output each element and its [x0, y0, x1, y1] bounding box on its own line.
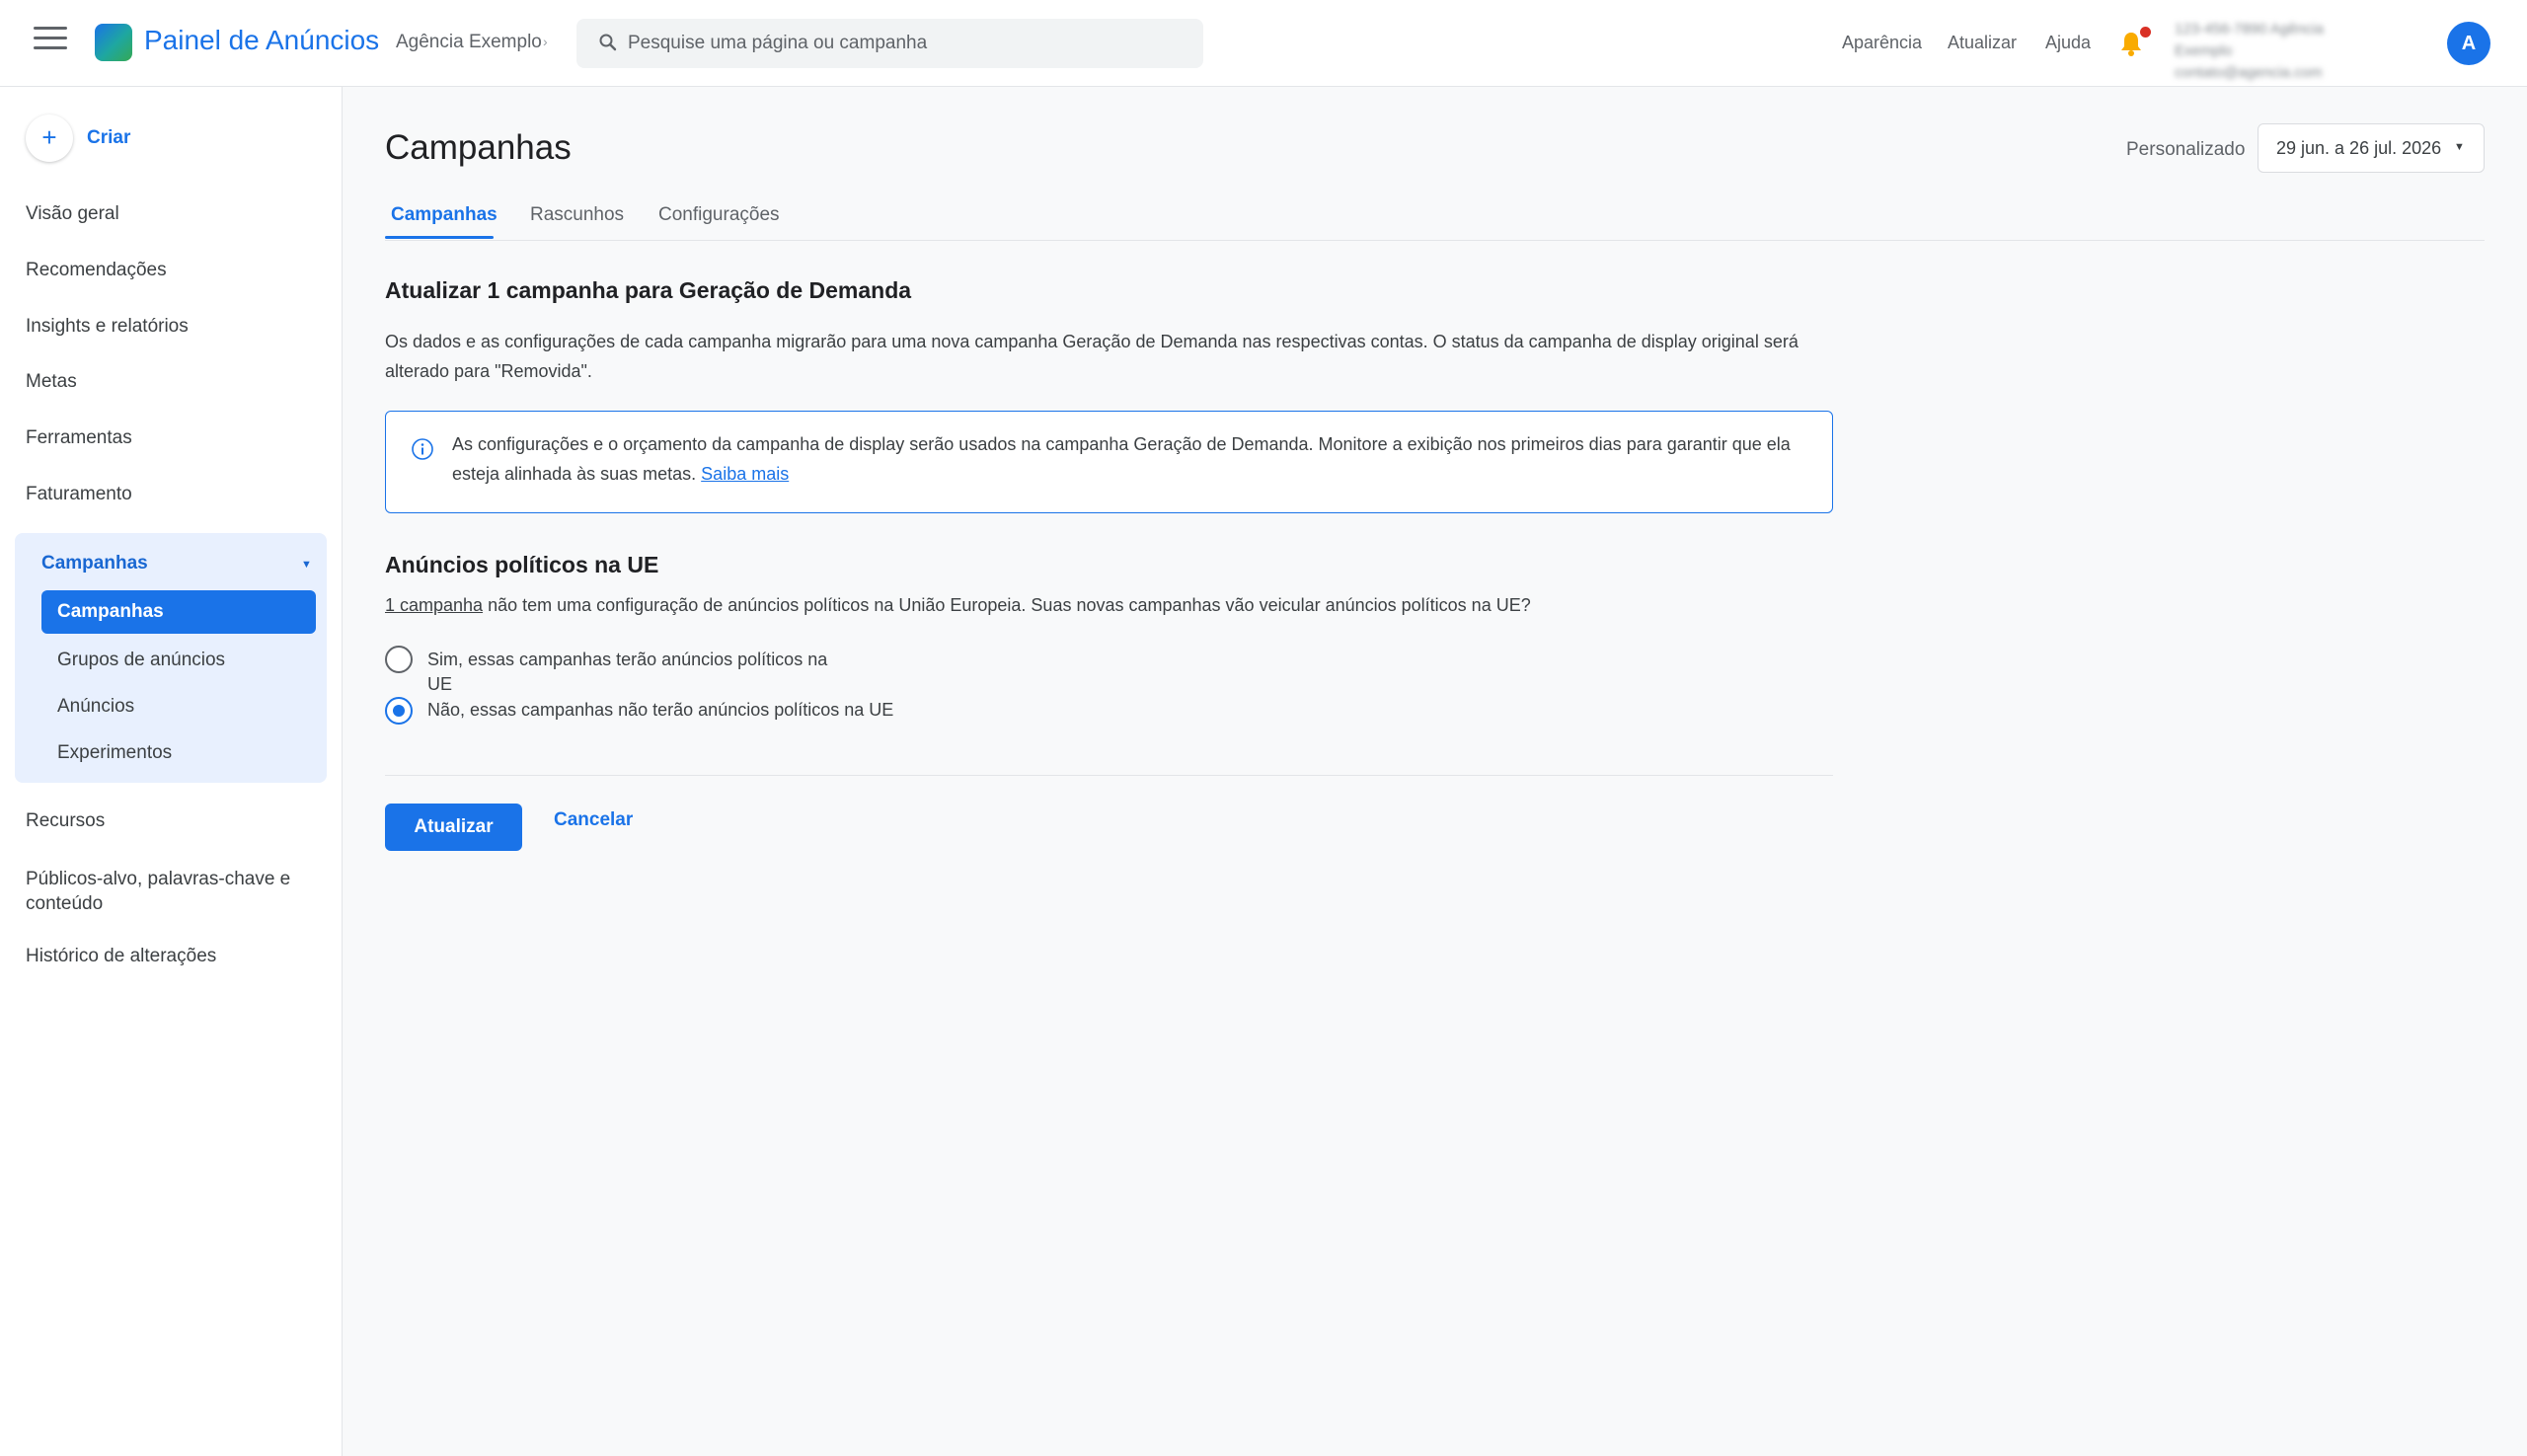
sidebar-subitem-ad-groups[interactable]: Grupos de anúncios: [57, 650, 225, 671]
political-ads-title: Anúncios políticos na UE: [385, 552, 659, 577]
sidebar-group-header[interactable]: Campanhas: [41, 553, 148, 575]
learn-more-link[interactable]: Saiba mais: [701, 464, 789, 484]
account-info[interactable]: 123-456-7890 Agência Exemplo contato@age…: [2175, 19, 2362, 84]
actions-divider: [385, 775, 1833, 776]
sidebar-subitem-experiments[interactable]: Experimentos: [57, 742, 172, 764]
caret-down-icon[interactable]: ▼: [301, 559, 312, 571]
account-breadcrumb[interactable]: Agência Exemplo: [396, 32, 542, 53]
update-description: Os dados e as configurações de cada camp…: [385, 332, 1799, 381]
political-ads-question: 1 campanha não tem uma configuração de a…: [385, 595, 1531, 615]
search-icon: [599, 34, 617, 51]
sidebar-item-tools[interactable]: Ferramentas: [26, 427, 132, 449]
plus-icon: +: [26, 115, 73, 162]
tab-campaigns[interactable]: Campanhas: [391, 204, 498, 226]
tab-settings[interactable]: Configurações: [658, 204, 780, 226]
sidebar-item-billing[interactable]: Faturamento: [26, 484, 132, 505]
appearance-link[interactable]: Aparência: [1842, 33, 1922, 53]
create-button[interactable]: + Criar: [26, 114, 130, 163]
date-range-picker[interactable]: 29 jun. a 26 jul. 2026 ▼: [2258, 123, 2485, 173]
radio-yes-political-ads[interactable]: [385, 646, 413, 673]
help-link[interactable]: Ajuda: [2045, 33, 2091, 53]
sidebar-item-overview[interactable]: Visão geral: [26, 203, 119, 225]
sidebar-item-recommendations[interactable]: Recomendações: [26, 260, 167, 281]
radio-no-political-ads[interactable]: [385, 697, 413, 725]
sidebar-item-change-history[interactable]: Histórico de alterações: [26, 946, 216, 967]
sidebar-item-goals[interactable]: Metas: [26, 371, 77, 393]
sidebar-subitem-ads[interactable]: Anúncios: [57, 696, 134, 718]
search-input[interactable]: [628, 31, 1181, 56]
info-text: As configurações e o orçamento da campan…: [452, 434, 1791, 484]
tab-drafts[interactable]: Rascunhos: [530, 204, 624, 226]
radio-no-label[interactable]: Não, essas campanhas não terão anúncios …: [427, 698, 1118, 723]
page-title: Campanhas: [385, 128, 572, 167]
campaign-count-link[interactable]: 1 campanha: [385, 595, 483, 615]
tabs-divider: [385, 240, 2485, 241]
cancel-button[interactable]: Cancelar: [554, 805, 633, 835]
sidebar-subitem-campaigns[interactable]: Campanhas: [41, 590, 316, 634]
app-logo-icon: [95, 24, 132, 61]
sidebar-group-campaigns: Campanhas ▼ Campanhas Grupos de anúncios…: [15, 533, 327, 783]
chevron-right-icon: ›: [543, 34, 548, 49]
refresh-link[interactable]: Atualizar: [1948, 33, 2017, 53]
date-range-value: 29 jun. a 26 jul. 2026: [2276, 138, 2442, 158]
sidebar-item-audiences[interactable]: Públicos-alvo, palavras-chave e conteúdo: [26, 867, 322, 916]
date-range-label: Personalizado: [2126, 139, 2246, 160]
sidebar: + Criar Visão geral Recomendações Insigh…: [0, 87, 343, 1456]
notification-badge: [2140, 27, 2151, 38]
create-label: Criar: [87, 127, 131, 148]
app-title[interactable]: Painel de Anúncios: [144, 25, 379, 56]
info-icon: [412, 438, 433, 460]
info-callout: As configurações e o orçamento da campan…: [385, 411, 1833, 513]
sidebar-item-assets[interactable]: Recursos: [26, 810, 105, 832]
top-bar: Painel de Anúncios Agência Exemplo › Apa…: [0, 0, 2527, 87]
sidebar-item-insights[interactable]: Insights e relatórios: [26, 316, 189, 338]
avatar[interactable]: A: [2447, 22, 2490, 65]
update-section-title: Atualizar 1 campanha para Geração de Dem…: [385, 277, 912, 303]
menu-icon[interactable]: [34, 27, 67, 52]
caret-down-icon: ▼: [2454, 141, 2465, 153]
update-button[interactable]: Atualizar: [385, 804, 522, 851]
search-box[interactable]: [576, 19, 1203, 68]
radio-yes-label[interactable]: Sim, essas campanhas terão anúncios polí…: [427, 648, 852, 697]
active-tab-indicator: [385, 236, 494, 239]
